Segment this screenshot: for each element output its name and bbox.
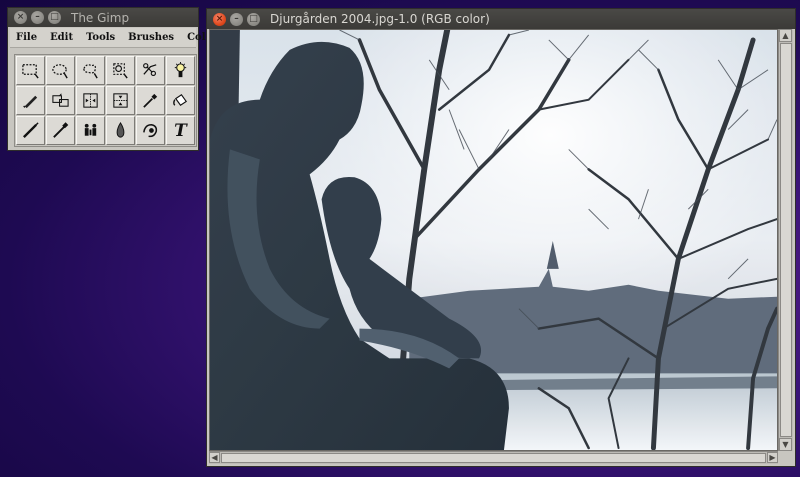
paintbrush-icon [23, 122, 39, 138]
bezier-select-icon [113, 63, 128, 79]
minimize-button[interactable]: – [31, 11, 44, 24]
vertical-scrollbar[interactable]: ▲ ▼ [778, 29, 793, 451]
ellipse-select-tool[interactable] [46, 56, 75, 85]
text-tool[interactable]: T [166, 116, 195, 145]
flip-vertical-icon [113, 93, 128, 108]
pencil-move-icon [23, 95, 38, 109]
vertical-scroll-thumb[interactable] [780, 43, 792, 437]
intelligent-scissors-icon [143, 63, 157, 77]
scroll-down-arrow[interactable]: ▼ [779, 438, 792, 451]
maximize-button[interactable]: □ [48, 11, 61, 24]
free-select-tool[interactable] [76, 56, 105, 85]
scissors-tool[interactable] [136, 56, 165, 85]
scroll-up-arrow[interactable]: ▲ [779, 29, 792, 42]
horizontal-scrollbar[interactable]: ◀ ▶ [209, 451, 778, 464]
bezier-select-tool[interactable] [106, 56, 135, 85]
airbrush-tool[interactable] [46, 116, 75, 145]
toolbox-titlebar[interactable]: × – □ The Gimp [8, 8, 198, 27]
fuzzy-select-tool[interactable] [166, 56, 195, 85]
color-picker-icon [143, 93, 158, 108]
image-title: Djurgården 2004.jpg-1.0 (RGB color) [270, 12, 490, 26]
flip-horizontal-icon [83, 93, 98, 108]
blur-tool[interactable] [106, 116, 135, 145]
photo-statue-trees [210, 30, 777, 450]
toolbox-window: × – □ The Gimp File Edit Tools Brushes C… [7, 7, 217, 151]
airbrush-icon [53, 122, 69, 138]
smudge-tool[interactable] [136, 116, 165, 145]
scroll-left-arrow[interactable]: ◀ [209, 452, 220, 463]
magnify-icon [52, 93, 69, 107]
flip-v-tool[interactable] [106, 86, 135, 115]
maximize-button[interactable]: □ [247, 12, 260, 26]
clone-tool[interactable] [76, 116, 105, 145]
image-canvas[interactable] [209, 29, 778, 451]
minimize-button[interactable]: – [230, 12, 243, 26]
magnify-tool[interactable] [46, 86, 75, 115]
menu-brushes[interactable]: Brushes [128, 32, 174, 43]
image-titlebar[interactable]: × – □ Djurgården 2004.jpg-1.0 (RGB color… [207, 9, 795, 29]
pencil-tool[interactable] [16, 86, 45, 115]
horizontal-scroll-thumb[interactable] [221, 453, 766, 463]
smudge-icon [143, 124, 158, 138]
rect-select-tool[interactable] [16, 56, 45, 85]
scrollbar-corner [778, 451, 793, 464]
paintbrush-tool[interactable] [16, 116, 45, 145]
menu-file[interactable]: File [16, 32, 37, 43]
bucket-fill-tool[interactable] [166, 86, 195, 115]
close-button[interactable]: × [213, 12, 226, 26]
blur-drop-icon [116, 122, 125, 138]
text-icon: T [174, 120, 187, 141]
image-window: × – □ Djurgården 2004.jpg-1.0 (RGB color… [206, 8, 796, 467]
fuzzy-select-icon [174, 61, 187, 78]
tool-grid: T [14, 54, 197, 147]
free-select-icon [83, 64, 98, 79]
menubar: File Edit Tools Brushes Color [10, 28, 217, 48]
rect-select-icon [22, 64, 39, 79]
ellipse-select-icon [52, 64, 68, 79]
flip-h-tool[interactable] [76, 86, 105, 115]
toolbox-title: The Gimp [71, 10, 130, 25]
color-picker-tool[interactable] [136, 86, 165, 115]
clone-icon [84, 123, 97, 136]
bucket-fill-icon [173, 94, 188, 107]
menu-edit[interactable]: Edit [50, 32, 73, 43]
scroll-right-arrow[interactable]: ▶ [767, 452, 778, 463]
close-button[interactable]: × [14, 11, 27, 24]
menu-tools[interactable]: Tools [86, 32, 115, 43]
